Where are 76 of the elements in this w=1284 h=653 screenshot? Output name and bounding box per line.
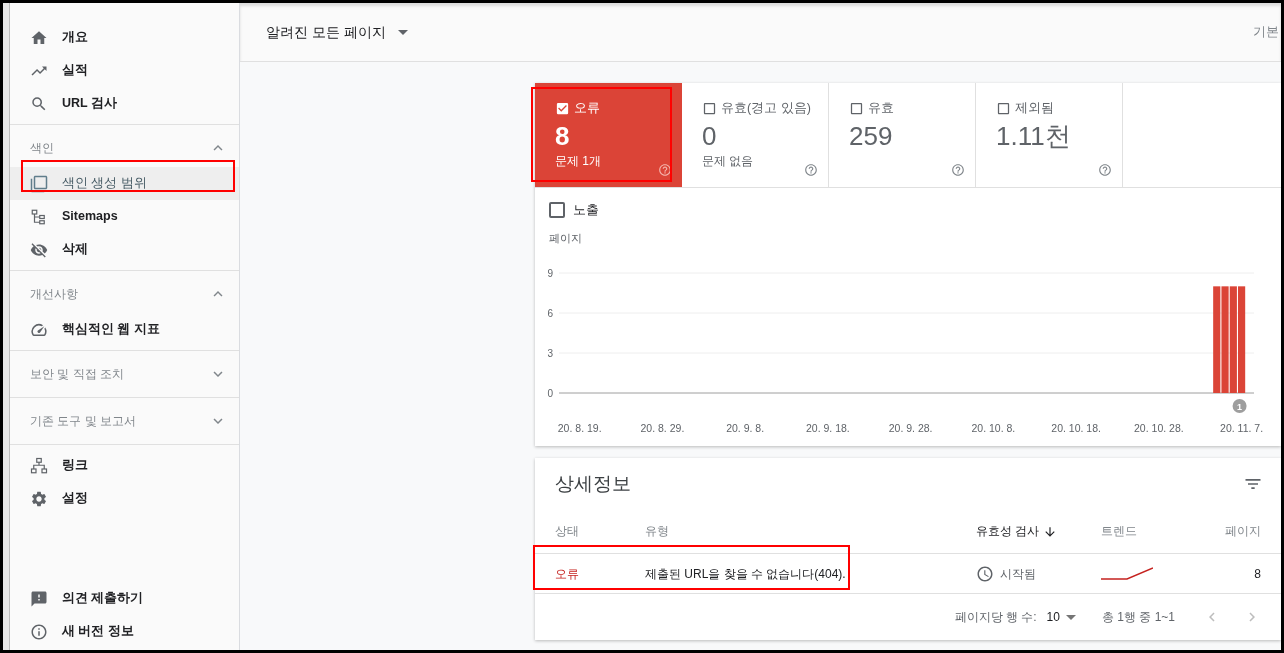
section-heading: 색인	[30, 140, 54, 157]
column-header[interactable]: 트렌드	[1101, 522, 1137, 541]
checkbox-icon	[555, 100, 570, 116]
status-count: 8	[555, 119, 571, 152]
dropdown-caret-icon	[397, 29, 408, 35]
settings-icon	[30, 489, 48, 508]
checkbox-icon	[996, 100, 1011, 116]
sidebar-item[interactable]: 설정	[10, 482, 239, 515]
x-tick-label: 20. 10. 28.	[1134, 422, 1184, 434]
checkbox[interactable]	[549, 201, 565, 218]
y-tick-label: 3	[547, 348, 553, 359]
section-heading: 기존 도구 및 보고서	[30, 413, 136, 430]
x-tick-label: 20. 10. 18.	[1051, 422, 1101, 434]
sidebar-item[interactable]: 의견 제출하기	[10, 582, 239, 615]
status-card[interactable]: 제외됨 1.11천	[976, 83, 1123, 187]
sidebar-item[interactable]: URL 검사	[10, 87, 239, 120]
help-icon[interactable]	[658, 163, 672, 177]
sidebar-item[interactable]: 개요	[10, 21, 239, 54]
sidebar-item[interactable]: 색인 생성 범위	[10, 167, 239, 200]
y-tick-label: 9	[547, 268, 553, 279]
checkbox-label: 노출	[573, 201, 599, 219]
sidebar-item[interactable]: 실적	[10, 54, 239, 87]
card-title: 상세정보	[555, 471, 631, 496]
help-icon[interactable]	[1098, 163, 1112, 177]
column-header[interactable]: 상태	[555, 522, 579, 541]
help-icon[interactable]	[804, 163, 818, 177]
rows-per-page-select[interactable]: 10	[1046, 608, 1076, 626]
status-count: 259	[849, 119, 894, 152]
axis-title: 페이지	[549, 230, 583, 246]
section-heading: 개선사항	[30, 286, 78, 303]
network-icon	[30, 456, 48, 475]
status-card[interactable]: 유효(경고 있음) 0 문제 없음	[682, 83, 829, 187]
validation-status: 시작됨	[1000, 565, 1036, 583]
page-range: 총 1행 중 1~1	[1101, 609, 1175, 626]
sidebar-item[interactable]: 핵심적인 웹 지표	[10, 313, 239, 346]
sidebar-item[interactable]: 삭제	[10, 233, 239, 266]
status-card[interactable]: 유효 259	[829, 83, 976, 187]
dropdown-caret-icon	[1065, 614, 1076, 620]
header-link[interactable]: 기본	[1253, 22, 1281, 42]
clock-icon	[976, 564, 994, 583]
info-icon	[30, 622, 48, 641]
y-tick-label: 6	[547, 308, 553, 319]
x-tick-label: 20. 8. 29.	[640, 422, 685, 434]
y-tick-label: 0	[547, 388, 553, 399]
sidebar-item[interactable]: Sitemaps	[10, 200, 239, 233]
checkbox-icon	[849, 100, 864, 116]
sitemap-icon	[30, 207, 48, 226]
help-icon[interactable]	[951, 163, 965, 177]
pages-icon	[30, 174, 48, 193]
status-note: 문제 1개	[555, 152, 602, 170]
status-count: 0	[702, 119, 718, 152]
status-text: 오류	[555, 565, 579, 583]
checkbox-icon	[702, 100, 717, 116]
page-count: 8	[1254, 565, 1261, 583]
issue-type[interactable]: 제출된 URL을 찾을 수 없습니다(404).	[645, 564, 846, 583]
eye-off-icon	[30, 240, 48, 259]
x-tick-label: 20. 8. 19.	[557, 422, 602, 434]
x-tick-label: 20. 10. 8.	[971, 422, 1016, 434]
search-icon	[30, 94, 48, 113]
x-tick-label: 20. 9. 8.	[726, 422, 765, 434]
section-heading: 보안 및 직접 조치	[30, 366, 124, 383]
page-filter-dropdown[interactable]: 알려진 모든 페이지	[266, 21, 408, 43]
sidebar-item[interactable]: 링크	[10, 449, 239, 482]
x-tick-label: 20. 11. 7.	[1220, 422, 1264, 434]
status-note: 문제 없음	[702, 152, 755, 170]
status-card[interactable]: 오류 8 문제 1개	[535, 83, 682, 187]
trend-sparkline	[1101, 566, 1153, 581]
column-header[interactable]: 페이지	[1225, 522, 1261, 541]
rows-per-page-label: 페이지당 행 수:	[954, 609, 1037, 626]
sidebar-item[interactable]: 새 버전 정보	[10, 615, 239, 648]
feedback-icon	[30, 589, 48, 608]
x-tick-label: 20. 9. 18.	[806, 422, 850, 434]
status-count: 1.11천	[996, 119, 1072, 152]
x-tick-label: 20. 9. 28.	[888, 422, 933, 434]
column-header[interactable]: 유효성 검사	[976, 522, 1040, 541]
column-header[interactable]: 유형	[645, 522, 669, 541]
